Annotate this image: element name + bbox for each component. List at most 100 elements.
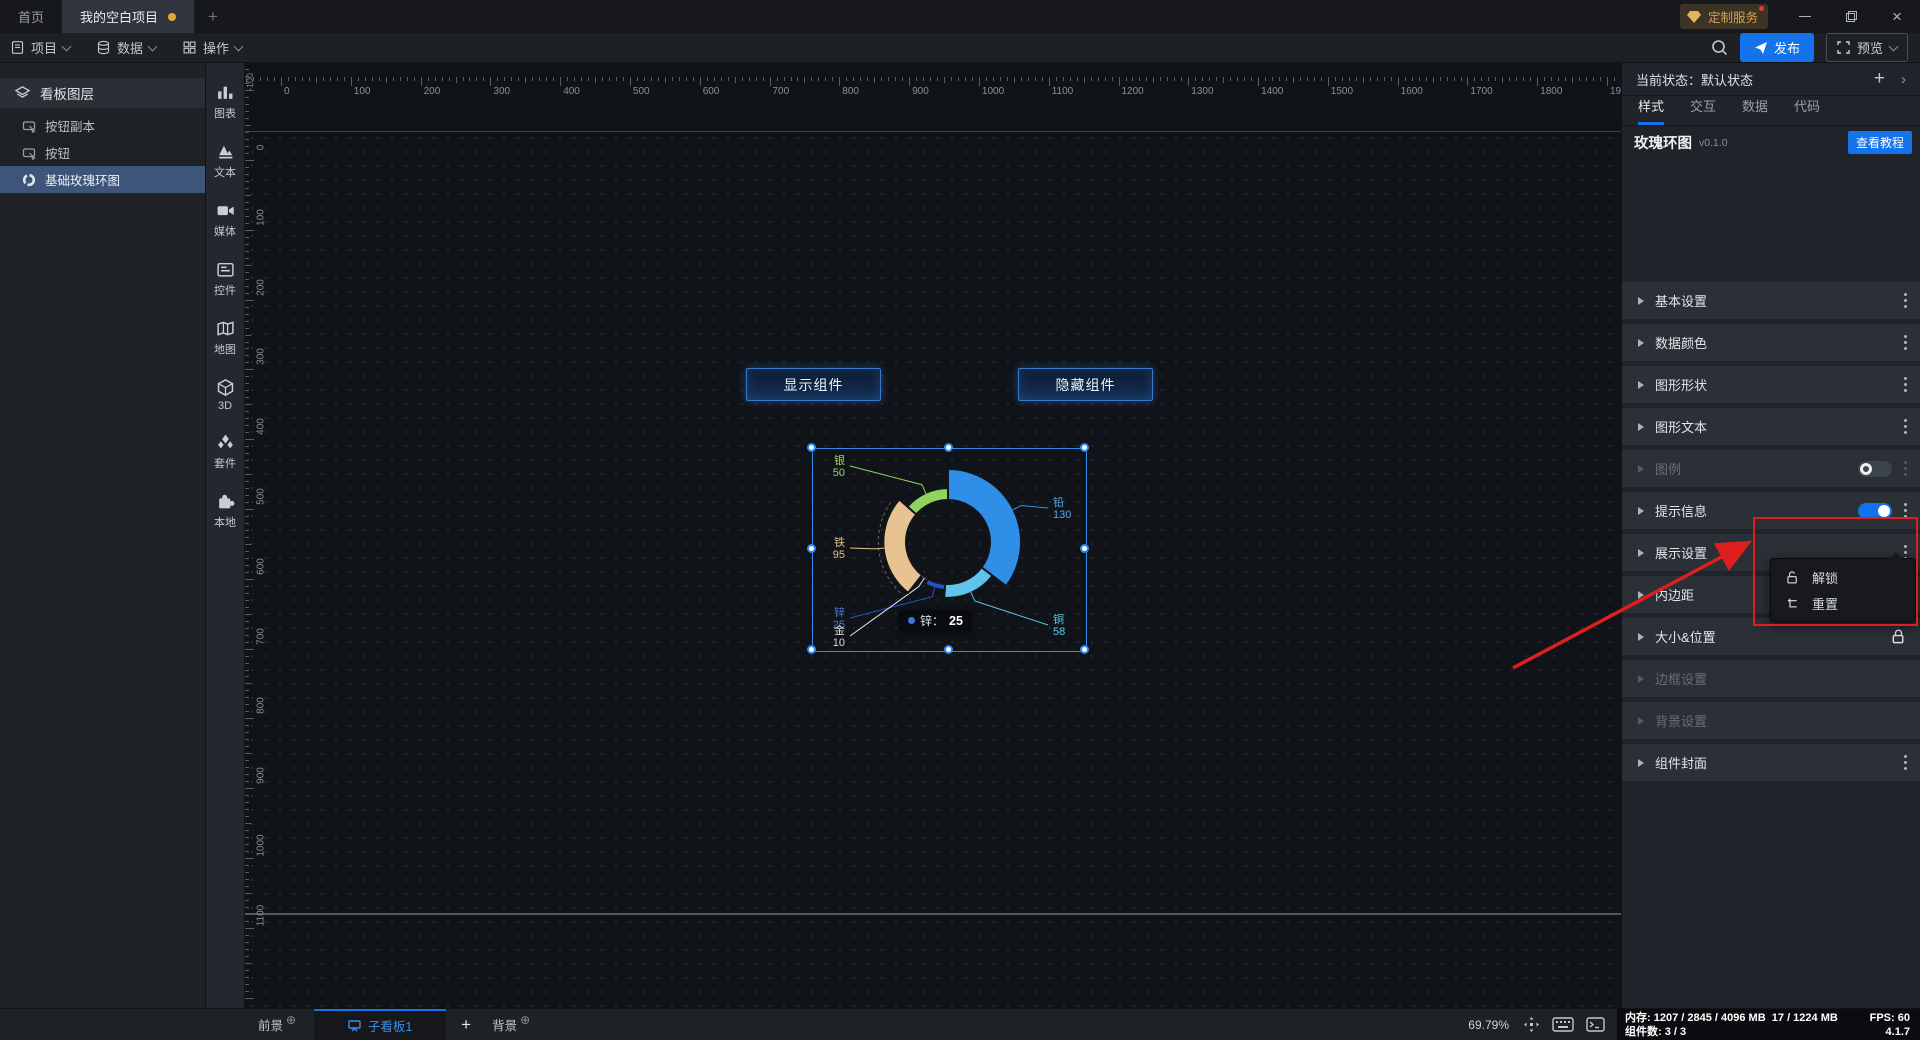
expand-caret-icon[interactable] (1638, 674, 1644, 683)
publish-button[interactable]: 发布 (1739, 33, 1814, 62)
expand-caret-icon[interactable] (1638, 464, 1644, 473)
ruler-tick (504, 77, 506, 81)
section-menu-dots[interactable] (1904, 375, 1907, 394)
window-close-button[interactable]: × (1874, 0, 1920, 33)
section-组件封面[interactable]: 组件封面 (1622, 744, 1920, 781)
section-基本设置[interactable]: 基本设置 (1622, 282, 1920, 319)
tool-3D[interactable]: 3D (216, 378, 235, 412)
ruler-label: 1200 (1121, 86, 1144, 97)
show-component-button[interactable]: 显示组件 (746, 368, 881, 401)
puzzle-icon (218, 494, 234, 509)
selection-handle[interactable] (943, 645, 953, 654)
expand-caret-icon[interactable] (1638, 632, 1644, 641)
add-board-button[interactable]: + (446, 1009, 486, 1040)
canvas[interactable]: 0 100 200 300 400 500 600 700 800 900 1000 1100 1200… (245, 63, 1621, 1008)
foreground-button[interactable]: 前景 ⊕ (258, 1009, 296, 1040)
zoom-level[interactable]: 69.79% (1468, 1018, 1509, 1032)
selection-handle[interactable] (1080, 544, 1089, 553)
selection-handle[interactable] (1080, 645, 1089, 654)
ruler-tick (1118, 77, 1120, 86)
add-background-icon[interactable]: ⊕ (520, 1013, 530, 1027)
console-icon[interactable] (1586, 1017, 1605, 1032)
tab-home[interactable]: 首页 (0, 0, 62, 33)
section-图例[interactable]: 图例 (1622, 450, 1920, 487)
window-minimize-button[interactable] (1782, 0, 1828, 33)
expand-caret-icon[interactable] (1638, 506, 1644, 515)
menu-数据[interactable]: 数据 (96, 38, 158, 57)
background-button[interactable]: 背景 ⊕ (492, 1009, 530, 1040)
tool-本地[interactable]: 本地 (214, 492, 236, 530)
layer-item-按钮[interactable]: 按钮 (0, 139, 205, 166)
hide-component-button[interactable]: 隐藏组件 (1018, 368, 1153, 401)
selection-handle[interactable] (1080, 443, 1089, 452)
expand-caret-icon[interactable] (1638, 338, 1644, 347)
tab-代码[interactable]: 代码 (1794, 96, 1820, 125)
tutorial-button[interactable]: 查看教程 (1847, 131, 1912, 154)
expand-caret-icon[interactable] (1638, 716, 1644, 725)
section-menu-dots[interactable] (1904, 753, 1907, 772)
tab-数据[interactable]: 数据 (1742, 96, 1768, 125)
section-大小&位置[interactable]: 大小&位置 (1622, 618, 1920, 655)
tab-交互[interactable]: 交互 (1690, 96, 1716, 125)
section-数据颜色[interactable]: 数据颜色 (1622, 324, 1920, 361)
section-menu-dots[interactable] (1904, 459, 1907, 478)
fit-screen-icon[interactable] (1523, 1016, 1540, 1033)
tool-地图[interactable]: 地图 (214, 319, 236, 357)
expand-caret-icon[interactable] (1638, 380, 1644, 389)
search-icon[interactable] (1711, 39, 1728, 56)
selection-handle[interactable] (807, 443, 816, 452)
toggle-off[interactable] (1858, 460, 1892, 477)
expand-caret-icon[interactable] (1638, 590, 1644, 599)
lock-icon[interactable] (1890, 628, 1907, 645)
layer-item-基础玫瑰环图[interactable]: 基础玫瑰环图 (0, 166, 205, 193)
toggle-on[interactable] (1858, 502, 1892, 519)
add-state-button[interactable]: + (1874, 68, 1885, 90)
layer-panel-header[interactable]: 看板图层 (0, 78, 205, 108)
menu-操作[interactable]: 操作 (182, 38, 244, 57)
context-menu-重置[interactable]: 重置 (1771, 590, 1915, 616)
section-背景设置[interactable]: 背景设置 (1622, 702, 1920, 739)
chevron-right-icon[interactable]: › (1901, 71, 1906, 88)
layer-item-按钮副本[interactable]: 按钮副本 (0, 112, 205, 139)
selection-handle[interactable] (807, 544, 816, 553)
new-tab-button[interactable]: + (194, 0, 232, 33)
expand-caret-icon[interactable] (1638, 548, 1644, 557)
expand-caret-icon[interactable] (1638, 296, 1644, 305)
context-menu-解锁[interactable]: 解锁 (1771, 564, 1915, 590)
section-menu-dots[interactable] (1904, 501, 1907, 520)
tool-图表[interactable]: 图表 (214, 83, 236, 121)
board-tab-active[interactable]: 子看板1 (314, 1009, 447, 1040)
tool-文本[interactable]: 文本 (214, 142, 236, 180)
selection-handle[interactable] (807, 645, 816, 654)
selection-handle[interactable] (943, 443, 953, 452)
window-restore-button[interactable] (1828, 0, 1874, 33)
ruler-tick (1558, 77, 1560, 81)
tab-project[interactable]: 我的空白项目 (62, 0, 195, 33)
ruler-tick (245, 118, 249, 120)
tool-控件[interactable]: 控件 (214, 260, 236, 298)
section-提示信息[interactable]: 提示信息 (1622, 492, 1920, 529)
ruler-tick (1020, 77, 1022, 81)
menu-项目[interactable]: 项目 (10, 38, 72, 57)
ruler-tick (245, 201, 249, 203)
tab-样式[interactable]: 样式 (1638, 96, 1665, 125)
section-图形文本[interactable]: 图形文本 (1622, 408, 1920, 445)
section-menu-dots[interactable] (1904, 417, 1907, 436)
add-foreground-icon[interactable]: ⊕ (286, 1013, 296, 1027)
section-边框设置[interactable]: 边框设置 (1622, 660, 1920, 697)
ruler-tick (1181, 77, 1183, 81)
tool-媒体[interactable]: 媒体 (214, 201, 236, 239)
custom-service-button[interactable]: 定制服务 (1679, 4, 1768, 29)
section-menu-dots[interactable] (1904, 291, 1907, 310)
ruler-tick (245, 941, 249, 943)
ruler-tick (1488, 77, 1490, 81)
preview-button[interactable]: 预览 (1825, 33, 1908, 62)
section-menu-dots[interactable] (1904, 333, 1907, 352)
section-图形形状[interactable]: 图形形状 (1622, 366, 1920, 403)
expand-caret-icon[interactable] (1638, 758, 1644, 767)
ruler-tick (245, 746, 249, 748)
ruler-tick (245, 285, 249, 287)
tool-套件[interactable]: 套件 (214, 433, 236, 471)
expand-caret-icon[interactable] (1638, 422, 1644, 431)
keyboard-icon[interactable] (1552, 1017, 1574, 1032)
